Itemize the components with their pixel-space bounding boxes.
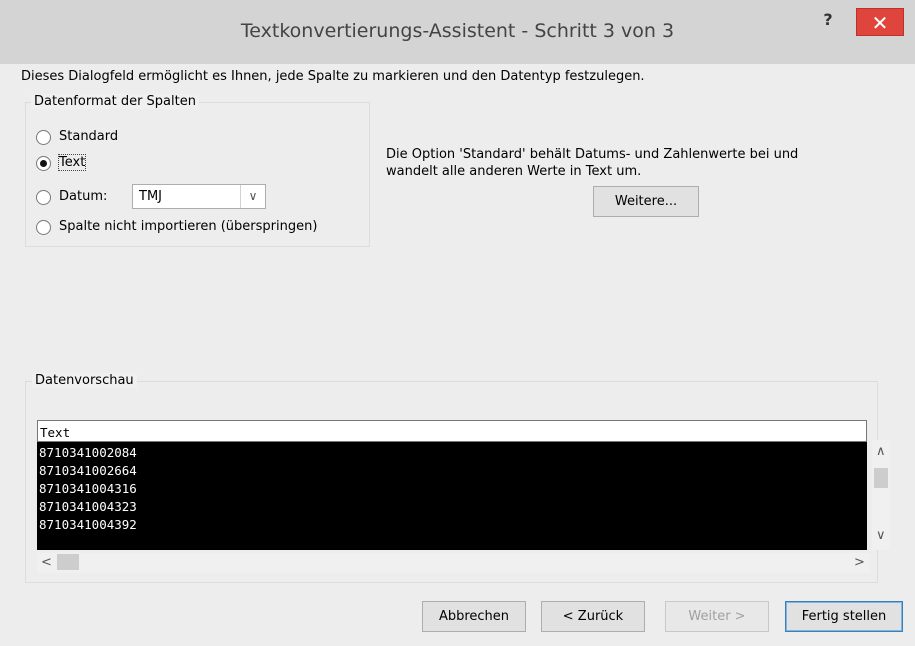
preview-header-label: Text (40, 425, 71, 440)
text-import-wizard-dialog: Textkonvertierungs-Assistent - Schritt 3… (0, 0, 915, 646)
close-button[interactable]: ✕ (856, 8, 904, 36)
next-button[interactable]: Weiter > (665, 601, 769, 632)
chevron-right-icon[interactable]: > (854, 555, 865, 570)
preview-column-header[interactable]: Text (37, 420, 867, 442)
intro-text: Dieses Dialogfeld ermöglicht es Ihnen, j… (21, 69, 645, 84)
radio-date-label[interactable]: Datum: (59, 189, 107, 204)
date-format-value: TMJ (139, 189, 162, 204)
chevron-down-icon[interactable]: ∨ (876, 528, 886, 543)
data-preview-legend: Datenvorschau (32, 373, 137, 388)
radio-skip-column[interactable] (36, 220, 51, 235)
radio-text[interactable] (36, 156, 51, 171)
radio-text-label[interactable]: Text (57, 154, 87, 171)
horizontal-scroll-thumb[interactable] (57, 554, 79, 570)
radio-date[interactable] (36, 190, 51, 205)
preview-horizontal-scrollbar[interactable]: < > (37, 553, 870, 573)
description-line-1: Die Option 'Standard' behält Datums- und… (386, 147, 799, 162)
radio-standard[interactable] (36, 130, 51, 145)
help-button[interactable]: ? (816, 10, 840, 34)
description-line-2: wandelt alle anderen Werte in Text um. (386, 164, 642, 179)
radio-standard-label[interactable]: Standard (59, 129, 118, 144)
vertical-scroll-thumb[interactable] (874, 468, 888, 488)
preview-vertical-scrollbar[interactable]: ∧ ∨ (872, 440, 890, 550)
preview-row: 8710341004392 (39, 517, 137, 532)
chevron-down-icon[interactable]: ∨ (240, 185, 265, 208)
title-bar: Textkonvertierungs-Assistent - Schritt 3… (0, 0, 915, 64)
finish-button[interactable]: Fertig stellen (785, 601, 903, 632)
radio-skip-column-label[interactable]: Spalte nicht importieren (überspringen) (59, 219, 317, 234)
preview-row: 8710341004316 (39, 481, 137, 496)
preview-row: 8710341004323 (39, 499, 137, 514)
more-options-button[interactable]: Weitere... (593, 186, 699, 217)
preview-row: 8710341002664 (39, 463, 137, 478)
chevron-up-icon[interactable]: ∧ (876, 444, 886, 459)
preview-row: 8710341002084 (39, 445, 137, 460)
column-format-legend: Datenformat der Spalten (31, 94, 199, 109)
cancel-button[interactable]: Abbrechen (422, 601, 526, 632)
back-button[interactable]: < Zurück (541, 601, 645, 632)
dialog-title: Textkonvertierungs-Assistent - Schritt 3… (240, 20, 675, 42)
chevron-left-icon[interactable]: < (41, 555, 52, 570)
date-format-select[interactable]: TMJ ∨ (132, 184, 266, 209)
data-preview-grid[interactable]: Text 8710341002084 8710341002664 8710341… (37, 420, 867, 550)
